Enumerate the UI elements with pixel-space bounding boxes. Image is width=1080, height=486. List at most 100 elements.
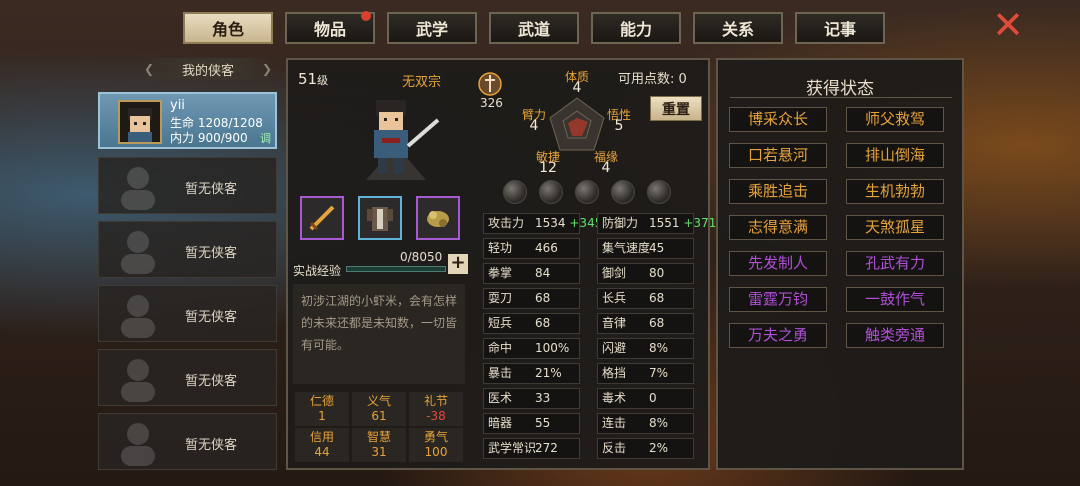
stat-row: 耍刀 68 xyxy=(483,288,580,309)
character-title: 无双宗 xyxy=(402,75,442,90)
attr-value: 4 xyxy=(572,80,582,96)
orb-slot[interactable] xyxy=(647,180,671,204)
status-badge[interactable]: 口若悬河 xyxy=(729,143,827,168)
stat-row: 集气速度 45 xyxy=(597,238,694,259)
status-badge[interactable]: 生机勃勃 xyxy=(846,179,944,204)
stat-row: 格挡 7% xyxy=(597,363,694,384)
empty-slot[interactable]: 暂无侠客 xyxy=(98,349,277,406)
attr-value: 4 xyxy=(601,160,611,176)
status-badge[interactable]: 触类旁通 xyxy=(846,323,944,348)
exp-bar xyxy=(346,266,446,272)
status-badge[interactable]: 一鼓作气 xyxy=(846,287,944,312)
tab-label: 关系 xyxy=(721,20,754,39)
empty-label: 暂无侠客 xyxy=(185,438,238,453)
virtue: 勇气 100 xyxy=(409,428,463,462)
orb-slot[interactable] xyxy=(503,180,527,204)
status-badge[interactable]: 志得意满 xyxy=(729,215,827,240)
notification-dot xyxy=(361,11,371,21)
stat-row: 暗器 55 xyxy=(483,413,580,434)
tab-martial-arts[interactable]: 武学 xyxy=(387,12,477,44)
tab-bar: 角色 物品 武学 武道 能力 关系 记事 xyxy=(183,11,885,46)
stat-row: 御剑 80 xyxy=(597,263,694,284)
status-badge[interactable]: 排山倒海 xyxy=(846,143,944,168)
level: 51级 xyxy=(298,70,329,88)
silhouette-icon xyxy=(121,423,155,466)
tab-label: 能力 xyxy=(619,20,652,39)
tab-abilities[interactable]: 能力 xyxy=(591,12,681,44)
silhouette-icon xyxy=(121,295,155,338)
orb-slot[interactable] xyxy=(539,180,563,204)
silhouette-icon xyxy=(121,359,155,402)
hero-mp: 内力 900/900 xyxy=(170,131,248,145)
attribute-pentagon xyxy=(549,97,605,151)
accessory-icon xyxy=(427,211,449,227)
tab-journal[interactable]: 记事 xyxy=(795,12,885,44)
accessory-slot[interactable] xyxy=(416,196,460,240)
badge-value: 326 xyxy=(480,96,503,110)
silhouette-icon xyxy=(121,231,155,274)
stat-row: 毒术 0 xyxy=(597,388,694,409)
hero-card[interactable]: yii 生命 1208/1208 内力 900/900 调 xyxy=(98,92,277,149)
tab-role[interactable]: 角色 xyxy=(183,12,273,44)
attr-value: 4 xyxy=(529,118,539,134)
stat-row: 医术 33 xyxy=(483,388,580,409)
empty-slot[interactable]: 暂无侠客 xyxy=(98,285,277,342)
tab-label: 记事 xyxy=(823,20,856,39)
tab-label: 物品 xyxy=(313,20,346,39)
available-points: 可用点数: 0 xyxy=(618,72,687,87)
orb-slot[interactable] xyxy=(575,180,599,204)
tab-martial-way[interactable]: 武道 xyxy=(489,12,579,44)
status-badge[interactable]: 先发制人 xyxy=(729,251,827,276)
empty-slot[interactable]: 暂无侠客 xyxy=(98,157,277,214)
divider xyxy=(730,97,952,98)
orb-slot[interactable] xyxy=(611,180,635,204)
list-title: 我的侠客 xyxy=(181,63,234,79)
status-badge[interactable]: 博采众长 xyxy=(729,107,827,132)
empty-label: 暂无侠客 xyxy=(185,374,238,389)
hero-sprite xyxy=(366,100,440,180)
empty-label: 暂无侠客 xyxy=(185,310,238,325)
virtue: 信用 44 xyxy=(295,428,349,462)
stat-row: 短兵 68 xyxy=(483,313,580,334)
stat-row: 连击 8% xyxy=(597,413,694,434)
armor-icon xyxy=(367,207,393,231)
chevron-right-icon[interactable]: ❯ xyxy=(262,62,272,76)
avatar xyxy=(118,100,162,144)
armor-slot[interactable] xyxy=(358,196,402,240)
chevron-left-icon[interactable]: ❮ xyxy=(144,62,154,76)
tab-relations[interactable]: 关系 xyxy=(693,12,783,44)
stat-defense: 防御力 1551 +371 xyxy=(597,213,716,234)
add-exp-button[interactable]: + xyxy=(448,254,468,274)
tab-items[interactable]: 物品 xyxy=(285,11,375,44)
tab-label: 武学 xyxy=(415,20,448,39)
status-badge[interactable]: 天煞孤星 xyxy=(846,215,944,240)
orb-slots xyxy=(503,180,671,204)
stat-row: 暴击 21% xyxy=(483,363,580,384)
attr-value: 12 xyxy=(539,160,557,176)
status-badge[interactable]: 万夫之勇 xyxy=(729,323,827,348)
silhouette-icon xyxy=(121,167,155,210)
empty-slot[interactable]: 暂无侠客 xyxy=(98,221,277,278)
tab-label: 角色 xyxy=(211,20,244,39)
status-badge[interactable]: 乘胜追击 xyxy=(729,179,827,204)
status-badge[interactable]: 雷霆万钧 xyxy=(729,287,827,312)
virtue: 义气 61 xyxy=(352,392,406,426)
empty-slot[interactable]: 暂无侠客 xyxy=(98,413,277,470)
adjust-button[interactable]: 调 xyxy=(260,130,271,146)
status-badge[interactable]: 孔武有力 xyxy=(846,251,944,276)
close-icon[interactable]: ✕ xyxy=(990,6,1026,44)
hero-name: yii xyxy=(170,98,185,113)
sword-icon xyxy=(309,205,335,231)
stat-row: 拳掌 84 xyxy=(483,263,580,284)
reset-button[interactable]: 重置 xyxy=(650,96,702,121)
attr-value: 5 xyxy=(614,118,624,134)
status-badge[interactable]: 师父救驾 xyxy=(846,107,944,132)
stat-row: 反击 2% xyxy=(597,438,694,459)
exp-label: 实战经验 xyxy=(293,264,342,278)
stat-row: 闪避 8% xyxy=(597,338,694,359)
stat-row: 武学常识 272 xyxy=(483,438,580,459)
weapon-slot[interactable] xyxy=(300,196,344,240)
virtue: 智慧 31 xyxy=(352,428,406,462)
status-panel-title: 获得状态 xyxy=(806,79,874,99)
virtue: 礼节 -38 xyxy=(409,392,463,426)
